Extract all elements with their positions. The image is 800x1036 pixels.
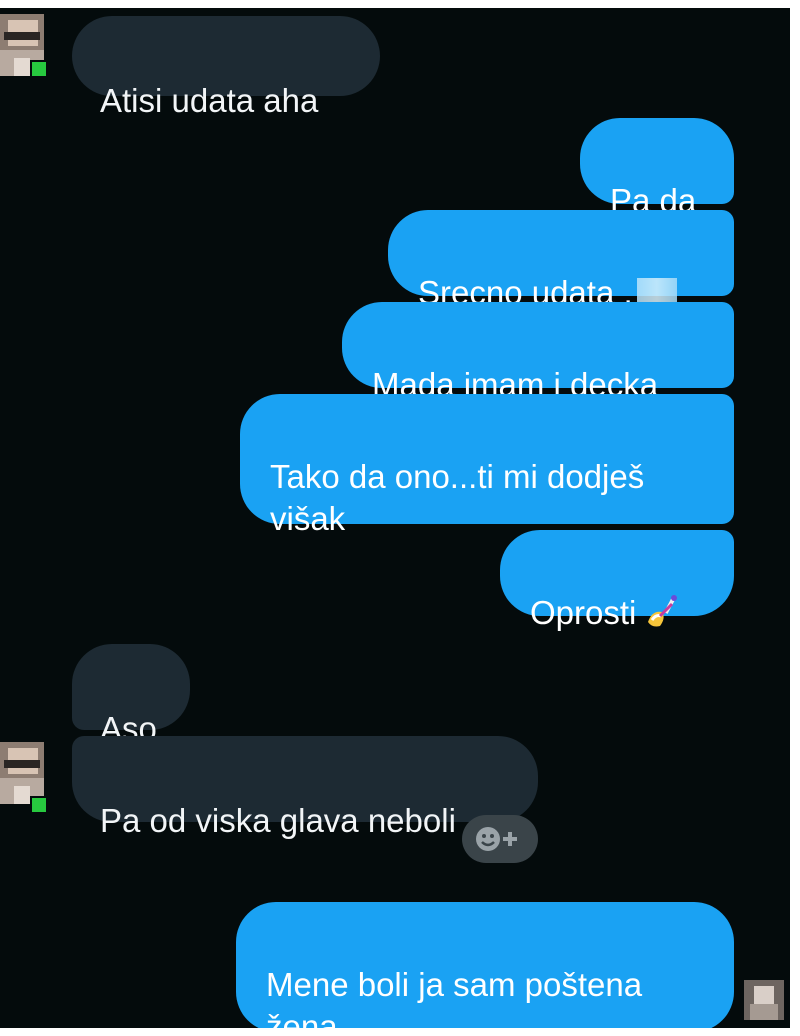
add-reaction-icon xyxy=(476,827,517,851)
online-status-dot xyxy=(30,796,48,814)
message-outgoing[interactable]: Pa da xyxy=(580,118,734,219)
add-reaction-button[interactable] xyxy=(462,815,538,863)
message-text: Pa od viska glava neboli xyxy=(100,802,456,839)
message-incoming[interactable]: Aso xyxy=(72,644,190,747)
message-incoming[interactable]: Pa od viska glava neboli xyxy=(72,736,538,839)
message-outgoing[interactable]: Mene boli ja sam poštena žena xyxy=(236,902,734,1028)
message-incoming[interactable]: Atisi udata aha xyxy=(72,16,380,119)
message-text: Mene boli ja sam poštena žena xyxy=(266,966,643,1028)
message-outgoing[interactable]: Mada imam i decka xyxy=(342,302,734,403)
message-outgoing[interactable]: Oprosti xyxy=(500,530,734,631)
read-receipt-avatar xyxy=(744,980,784,1020)
contact-avatar[interactable] xyxy=(0,742,44,804)
message-outgoing[interactable]: Tako da ono...ti mi dodješ višak xyxy=(240,394,734,537)
online-status-dot xyxy=(30,60,48,78)
message-text: Atisi udata aha xyxy=(100,82,319,119)
message-text: Tako da ono...ti mi dodješ višak xyxy=(270,458,645,537)
message-outgoing[interactable]: Srecno udata , xyxy=(388,210,734,311)
nail-polish-icon xyxy=(648,595,678,627)
message-text: Oprosti xyxy=(530,594,637,631)
chat-screen: Atisi udata aha Pa da Srecno udata , Mad… xyxy=(0,8,790,1028)
